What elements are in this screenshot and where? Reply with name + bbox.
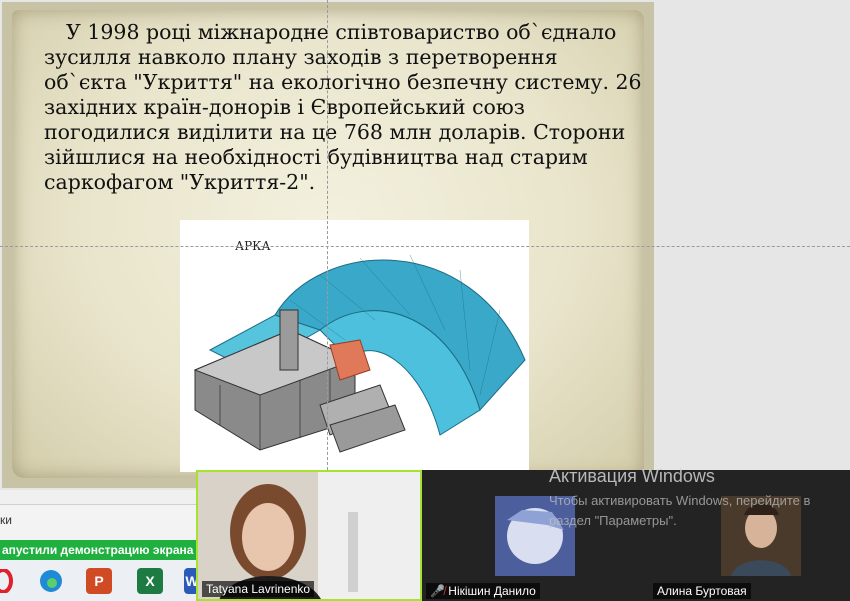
video-participants-strip: Tatyana Lavrinenko 🎤̸ Нікішин Данило Али… (196, 470, 850, 601)
vertical-guide (327, 0, 328, 470)
slide-text-box[interactable]: У 1998 році міжнародне співтовариство об… (44, 20, 644, 195)
screen-share-banner[interactable]: апустили демонстрацию экрана (0, 540, 196, 560)
participant-tile[interactable]: Алина Буртовая (649, 470, 850, 601)
arch-diagram-image[interactable]: АРКА (180, 220, 529, 472)
participant-name: Нікішин Данило (448, 584, 536, 598)
excel-icon[interactable]: X (137, 568, 163, 594)
slide-canvas: У 1998 році міжнародне співтовариство об… (0, 0, 850, 490)
windows-taskbar: P X W (0, 560, 200, 601)
arch-illustration: АРКА (193, 239, 526, 453)
edge-icon[interactable] (38, 568, 64, 594)
activation-watermark-text: Чтобы активировать Windows, перейдите в … (549, 493, 811, 528)
slide-paragraph: У 1998 році міжнародне співтовариство об… (44, 20, 642, 194)
opera-icon[interactable] (0, 568, 16, 594)
participant-tile[interactable]: 🎤̸ Нікішин Данило (422, 470, 649, 601)
mic-muted-icon: 🎤̸ (430, 584, 445, 598)
participant-name: Tatyana Lavrinenko (202, 581, 315, 597)
powerpoint-icon[interactable]: P (86, 568, 112, 594)
notes-pane[interactable]: ки (0, 504, 200, 540)
participant-avatar (649, 470, 850, 601)
participant-name: Алина Буртовая (653, 583, 751, 599)
notes-label: ки (0, 513, 12, 527)
activation-watermark-title: Активация Windows (549, 466, 715, 486)
participant-tile[interactable]: Tatyana Lavrinenko (196, 470, 422, 601)
horizontal-guide (0, 246, 850, 247)
participant-avatar (422, 470, 649, 601)
participant-name-bar: 🎤̸ Нікішин Данило (426, 583, 540, 599)
